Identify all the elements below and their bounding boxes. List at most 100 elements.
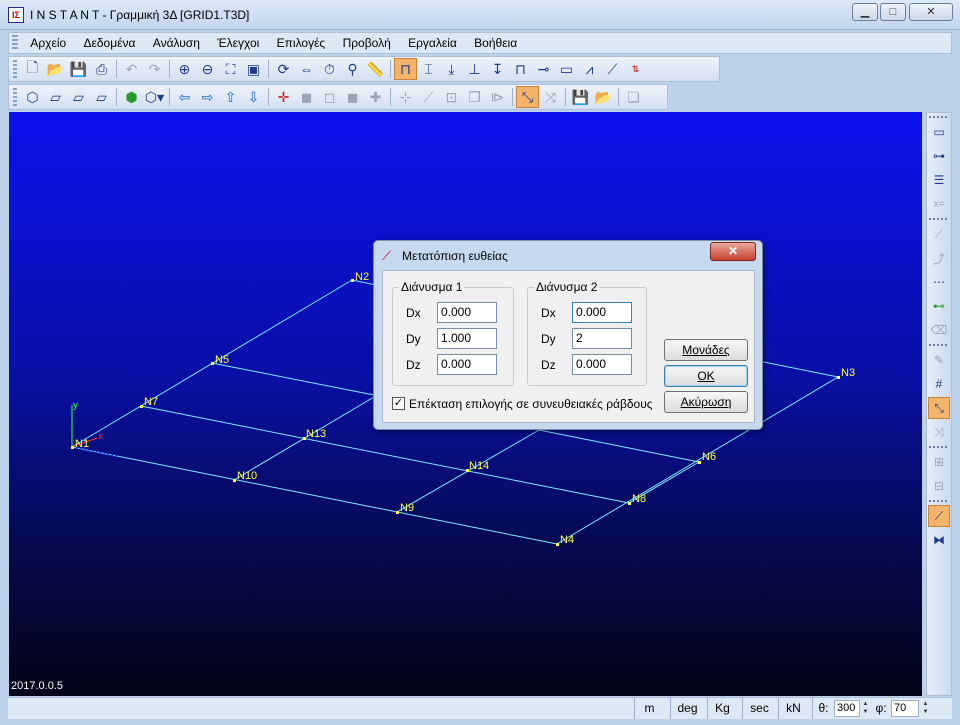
- unit-mass[interactable]: Kg: [707, 698, 737, 719]
- phi-input[interactable]: 70: [891, 700, 919, 717]
- node-label-n3[interactable]: N3: [841, 367, 855, 379]
- open-folder-icon[interactable]: 📂: [44, 58, 67, 80]
- release-icon[interactable]: ⊸: [532, 58, 555, 80]
- draw-frame-icon[interactable]: ⊓: [394, 58, 417, 80]
- node-point-n14[interactable]: [466, 469, 469, 472]
- section-icon[interactable]: ⌶: [417, 58, 440, 80]
- support-icon[interactable]: ⊥: [463, 58, 486, 80]
- nodal-load-icon[interactable]: ↧: [486, 58, 509, 80]
- wire-box-icon[interactable]: ◻: [318, 86, 341, 108]
- vector2-dx-input[interactable]: 0.000: [572, 302, 632, 323]
- arrow-left-icon[interactable]: ⇦: [173, 86, 196, 108]
- node-label-n9[interactable]: N9: [400, 502, 414, 514]
- pan-view-icon[interactable]: ⇔: [295, 58, 318, 80]
- copy-icon[interactable]: ❐: [463, 86, 486, 108]
- node-label-n5[interactable]: N5: [215, 354, 229, 366]
- arrow-up-icon[interactable]: ⇧: [219, 86, 242, 108]
- render-icon[interactable]: ⬢: [120, 86, 143, 108]
- save-icon[interactable]: 💾: [67, 58, 90, 80]
- node-icon[interactable]: ✛: [272, 86, 295, 108]
- minimize-button[interactable]: ▁: [852, 3, 878, 21]
- dialog-close-button[interactable]: ✕: [710, 242, 756, 261]
- theta-spinner[interactable]: ▲ ▼: [861, 700, 870, 717]
- move-line-icon[interactable]: ⤡: [516, 86, 539, 108]
- node-label-n14[interactable]: N14: [469, 460, 489, 472]
- mesh-extend-icon[interactable]: ⊟: [928, 475, 950, 497]
- new-file-icon[interactable]: 🗋: [21, 58, 44, 80]
- unit-force[interactable]: kN: [778, 698, 808, 719]
- mirror-tool-icon[interactable]: ⧓: [928, 529, 950, 551]
- node-label-n4[interactable]: N4: [560, 534, 574, 546]
- node-point-n8[interactable]: [628, 502, 631, 505]
- node-point-n2[interactable]: [351, 279, 354, 282]
- box-icon[interactable]: ◼: [295, 86, 318, 108]
- save-view-icon[interactable]: 💾: [569, 86, 592, 108]
- split-icon[interactable]: ⤨: [539, 86, 562, 108]
- vector1-dx-input[interactable]: 0.000: [437, 302, 497, 323]
- units-button[interactable]: Μονάδες: [664, 339, 748, 361]
- vector2-dz-input[interactable]: 0.000: [572, 354, 632, 375]
- member-n5-n6[interactable]: [211, 362, 375, 396]
- theta-input[interactable]: 300: [834, 700, 860, 717]
- node-label-n13[interactable]: N13: [306, 428, 326, 440]
- extend-selection-label[interactable]: Επέκταση επιλογής σε συνευθειακές ράβδου…: [409, 397, 653, 411]
- unit-time[interactable]: sec: [742, 698, 776, 719]
- menu-analysis[interactable]: Ανάλυση: [146, 33, 207, 53]
- view-side-icon[interactable]: ▱: [67, 86, 90, 108]
- node-point-n6[interactable]: [698, 461, 701, 464]
- node-label-n10[interactable]: N10: [237, 470, 257, 482]
- node-label-n6[interactable]: N6: [702, 451, 716, 463]
- render-options-icon[interactable]: ⬡▾: [143, 86, 166, 108]
- menu-help[interactable]: Βοήθεια: [467, 33, 524, 53]
- zoom-window-icon[interactable]: ▣: [242, 58, 265, 80]
- ok-button[interactable]: OK: [664, 365, 748, 387]
- find-icon[interactable]: ⚲: [341, 58, 364, 80]
- zoom-in-icon[interactable]: ⊕: [173, 58, 196, 80]
- node-point-n3[interactable]: [837, 376, 840, 379]
- view-top-icon[interactable]: ▱: [90, 86, 113, 108]
- vector2-dy-input[interactable]: 2: [572, 328, 632, 349]
- arrow-right-icon[interactable]: ⇨: [196, 86, 219, 108]
- move-node-icon[interactable]: ⤡: [928, 397, 950, 419]
- close-button[interactable]: ✕: [909, 3, 953, 21]
- vector1-dy-input[interactable]: 1.000: [437, 328, 497, 349]
- mesh-icon[interactable]: ⊞: [928, 451, 950, 473]
- node-point-n5[interactable]: [211, 362, 214, 365]
- arrow-down-icon[interactable]: ⇩: [242, 86, 265, 108]
- eraser-icon[interactable]: ⌫: [928, 319, 950, 341]
- cancel-button[interactable]: Ακύρωση: [664, 391, 748, 413]
- menu-checks[interactable]: Έλεγχοι: [210, 33, 266, 53]
- material-icon[interactable]: ▭: [555, 58, 578, 80]
- mirror-icon[interactable]: ⧐: [486, 86, 509, 108]
- node-point-n7[interactable]: [140, 405, 143, 408]
- node-label-n1[interactable]: N1: [75, 438, 89, 450]
- member-n5-n6-b[interactable]: [538, 429, 700, 463]
- timer-icon[interactable]: ⏱: [318, 58, 341, 80]
- x-equals-icon[interactable]: x=: [928, 193, 950, 215]
- node-label-n8[interactable]: N8: [632, 493, 646, 505]
- min-max-icon[interactable]: ⇅: [624, 58, 647, 80]
- measure-icon[interactable]: 📏: [364, 58, 387, 80]
- view-3d-icon[interactable]: ⬡: [21, 86, 44, 108]
- open-view-icon[interactable]: 📂: [592, 86, 615, 108]
- rect-icon[interactable]: ⊡: [440, 86, 463, 108]
- maximize-button[interactable]: □: [880, 3, 906, 21]
- frame-icon[interactable]: ⊓: [509, 58, 532, 80]
- shift-line-icon[interactable]: ⟋: [928, 505, 950, 527]
- layers-icon[interactable]: ❏: [622, 86, 645, 108]
- zoom-extents-icon[interactable]: ⛶: [219, 58, 242, 80]
- connect-tool-icon[interactable]: ⊷: [928, 295, 950, 317]
- node-point-n10[interactable]: [233, 479, 236, 482]
- undo-icon[interactable]: ↶: [120, 58, 143, 80]
- line-tool-icon[interactable]: ⟋: [928, 223, 950, 245]
- phi-spinner[interactable]: ▲ ▼: [921, 700, 930, 717]
- node-point-n1[interactable]: [71, 446, 74, 449]
- view-front-icon[interactable]: ▱: [44, 86, 67, 108]
- menu-data[interactable]: Δεδομένα: [77, 33, 143, 53]
- polyline-tool-icon[interactable]: ⤴: [928, 247, 950, 269]
- split-node-icon[interactable]: ⤨: [928, 421, 950, 443]
- beam-end-icon[interactable]: ⊶: [928, 145, 950, 167]
- print-icon[interactable]: ⎙: [90, 58, 113, 80]
- redo-icon[interactable]: ↷: [143, 58, 166, 80]
- add-icon[interactable]: ✚: [364, 86, 387, 108]
